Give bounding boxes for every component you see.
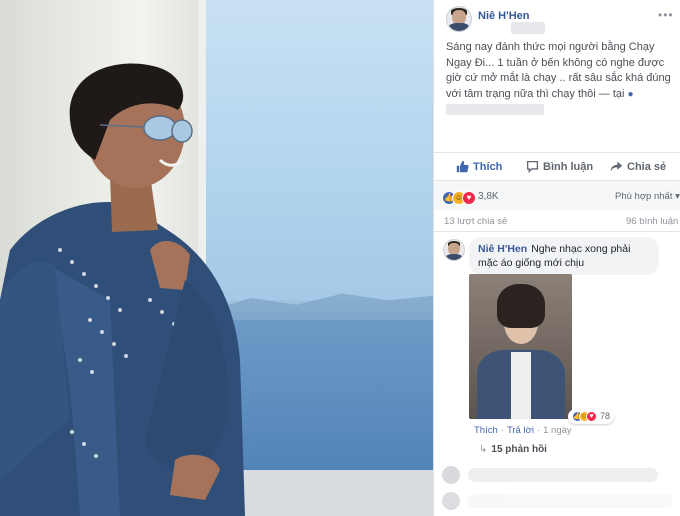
thumbs-up-icon [456,160,469,173]
reply-arrow-icon: ↳ [479,444,488,455]
post-caption: Sáng nay đánh thức mọi người bằng Chạy N… [446,40,674,118]
comment-reply-link[interactable]: Trả lời [507,425,534,436]
author-name[interactable]: Niê H'Hen [478,10,530,22]
love-reaction-icon: ♥ [462,190,476,205]
like-button[interactable]: Thích [456,160,502,173]
blurred-comment-row [440,464,675,486]
comment-actions: Thích · Trả lời · 1 ngày [474,425,572,436]
reaction-count[interactable]: 3,8K [478,191,499,202]
comment-reaction-count: 78 [600,411,611,421]
post-photo[interactable] [0,0,433,516]
more-options-icon[interactable]: ••• [658,8,674,22]
comment-sort-dropdown[interactable]: Phù hợp nhất ▾ [615,191,680,202]
comment-button[interactable]: Bình luận [526,160,593,173]
reaction-summary: 👍☺ ♥ 3,8K Phù hợp nhất ▾ [434,180,680,210]
share-arrow-icon [610,161,623,172]
woman-figure [0,63,245,516]
comment-bubble: Niê H'Hen Nghe nhạc xong phải mặc áo giốn… [469,237,659,275]
reaction-icons[interactable]: 👍☺ ♥ [442,189,476,207]
comment-timestamp[interactable]: 1 ngày [543,425,572,436]
divider [434,231,680,232]
comment-count[interactable]: 96 bình luận [626,216,678,227]
location-pin-icon: ● [627,88,634,100]
post-meta-redacted [511,22,545,34]
love-reaction-icon: ♥ [586,411,597,423]
action-bar: Thích Bình luận Chia sẻ [434,152,680,180]
location-redacted[interactable] [446,103,544,115]
caption-text: Sáng nay đánh thức mọi người bằng Chạy N… [446,41,671,100]
comment-like-link[interactable]: Thích [474,425,498,436]
separator: · [536,425,541,436]
share-button[interactable]: Chia sẻ [610,160,666,173]
location-prefix: tại [612,87,625,100]
view-replies-link[interactable]: ↳ 15 phản hồi [479,444,547,455]
comment-icon [526,160,539,173]
comment-photo[interactable] [469,274,572,419]
author-avatar[interactable] [446,6,472,32]
post-header: Niê H'Hen ••• [434,0,680,40]
share-count[interactable]: 13 lượt chia sẻ [444,216,507,227]
separator: · [500,425,504,436]
comment-reactions[interactable]: 👍☺♥ 78 [568,409,615,425]
replies-count: 15 phản hồi [491,444,547,455]
commenter-name[interactable]: Niê H'Hen [478,243,527,255]
post-panel: Niê H'Hen ••• Sáng nay đánh thức mọi ngư… [433,0,680,516]
commenter-avatar[interactable] [443,239,465,261]
blurred-comment-input [440,490,675,512]
